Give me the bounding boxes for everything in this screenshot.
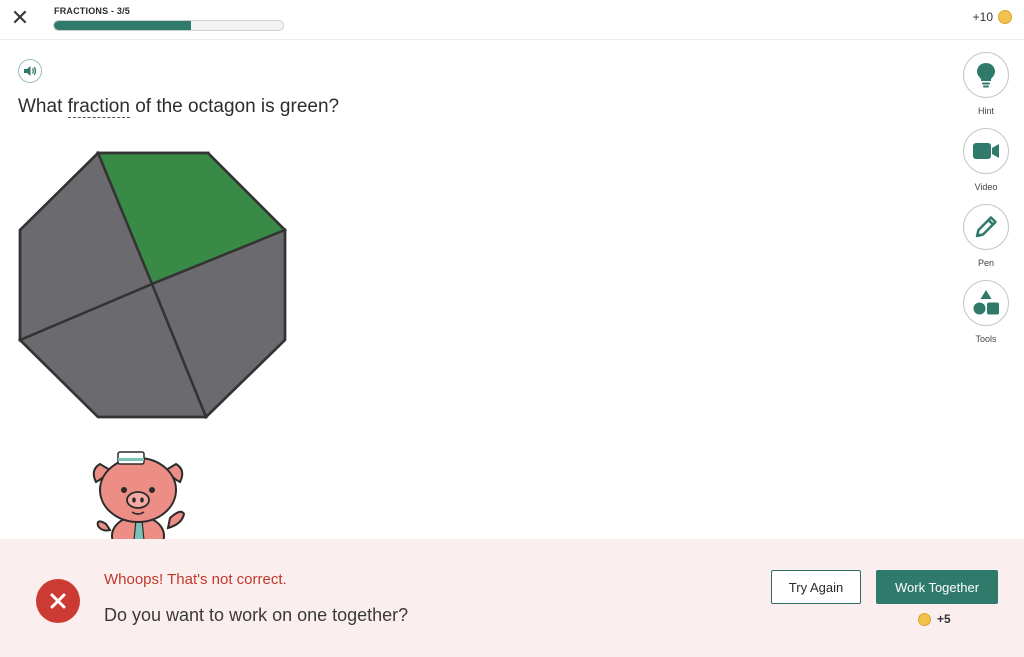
coin-icon xyxy=(998,10,1012,24)
video-button[interactable] xyxy=(963,128,1009,174)
tool-video: Video xyxy=(963,128,1009,192)
progress-bar xyxy=(53,20,284,31)
coin-icon xyxy=(918,612,931,626)
close-icon: ✕ xyxy=(10,5,30,30)
reward-amount: +5 xyxy=(937,612,951,626)
lightbulb-icon xyxy=(977,63,995,88)
tool-label: Tools xyxy=(975,334,997,344)
tool-pen: Pen xyxy=(963,204,1009,268)
coin-count: +10 xyxy=(972,10,993,24)
reward-badge: +5 xyxy=(918,612,951,626)
progress-fill xyxy=(54,21,192,30)
tool-label: Hint xyxy=(977,106,994,116)
progress-label: FRACTIONS - 3/5 xyxy=(54,6,131,16)
question-prefix: What xyxy=(18,96,68,117)
speaker-icon xyxy=(24,66,37,76)
question-suffix: of the octagon is green? xyxy=(129,96,340,117)
pen-button[interactable] xyxy=(963,204,1009,250)
tool-hint: Hint xyxy=(963,52,1009,116)
pig-mascot xyxy=(92,451,186,540)
work-together-button[interactable]: Work Together xyxy=(876,570,998,604)
tool-tools: Tools xyxy=(963,280,1009,344)
octagon-figure xyxy=(17,150,288,420)
try-again-button[interactable]: Try Again xyxy=(771,570,861,604)
shapes-icon xyxy=(973,290,999,315)
hint-button[interactable] xyxy=(963,52,1009,98)
video-camera-icon xyxy=(973,143,999,159)
x-icon xyxy=(50,593,66,609)
feedback-title: Whoops! That's not correct. xyxy=(104,571,287,588)
close-button[interactable]: ✕ xyxy=(10,6,30,30)
error-badge xyxy=(36,579,80,623)
top-bar: ✕ FRACTIONS - 3/5 +10 xyxy=(0,0,1024,40)
read-aloud-button[interactable] xyxy=(18,59,42,83)
feedback-panel: Whoops! That's not correct. Do you want … xyxy=(0,539,1024,657)
pencil-icon xyxy=(975,216,997,238)
tools-button[interactable] xyxy=(963,280,1009,326)
tool-label: Video xyxy=(974,182,998,192)
glossary-term[interactable]: fraction xyxy=(67,96,130,118)
question-text: What fraction of the octagon is green? xyxy=(18,96,339,118)
tools-panel: Hint Video Pen Tools xyxy=(963,52,1009,356)
feedback-subtitle: Do you want to work on one together? xyxy=(104,605,409,625)
coin-counter: +10 xyxy=(973,10,1012,24)
tool-label: Pen xyxy=(977,258,994,268)
